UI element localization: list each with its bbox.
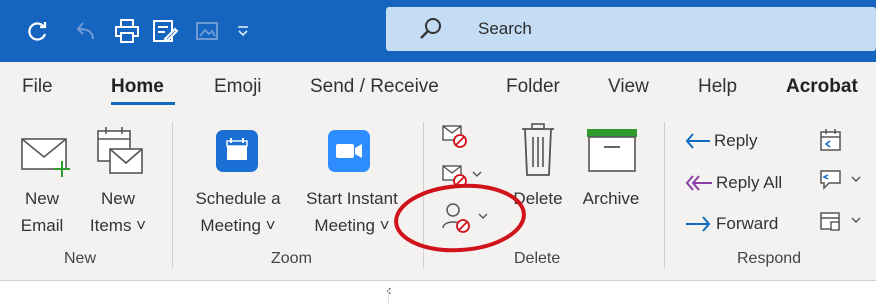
new-items-icon[interactable]: [94, 125, 146, 181]
schedule-meeting-label-line2: Meeting ˅: [200, 216, 276, 235]
new-email-button[interactable]: New Email: [16, 185, 68, 239]
meeting-reply-icon[interactable]: [818, 127, 844, 153]
tab-send-receive[interactable]: Send / Receive: [310, 76, 439, 98]
image-icon[interactable]: [192, 16, 222, 46]
reply-button[interactable]: Reply: [714, 127, 757, 154]
reply-all-button[interactable]: Reply All: [716, 169, 782, 196]
collapse-pane-icon[interactable]: ‹: [380, 282, 398, 300]
archive-icon[interactable]: [585, 127, 639, 173]
tab-acrobat[interactable]: Acrobat: [786, 76, 858, 98]
schedule-meeting-icon[interactable]: [216, 130, 258, 172]
im-reply-icon[interactable]: [818, 167, 866, 193]
tab-folder[interactable]: Folder: [506, 76, 560, 98]
new-items-button[interactable]: New Items ˅: [82, 185, 154, 239]
schedule-meeting-label-line1: Schedule a: [195, 189, 281, 208]
ignore-icon[interactable]: [441, 122, 469, 150]
delete-icon[interactable]: [520, 123, 556, 177]
new-email-label-line1: New: [24, 189, 59, 208]
group-divider: [664, 122, 665, 268]
new-email-label-line2: Email: [20, 216, 64, 235]
search-icon: [420, 18, 441, 39]
reply-all-icon: [685, 175, 712, 191]
undo-icon[interactable]: [72, 16, 102, 46]
group-divider: [172, 122, 173, 268]
tab-help[interactable]: Help: [698, 76, 737, 98]
reply-icon: [685, 133, 710, 149]
group-label-new: New: [64, 250, 97, 267]
archive-button[interactable]: Archive: [576, 185, 646, 212]
print-icon[interactable]: [112, 16, 142, 46]
search-placeholder: Search: [478, 19, 532, 38]
active-tab-indicator: [111, 102, 175, 105]
forward-icon: [686, 216, 711, 232]
sync-icon[interactable]: [22, 16, 52, 46]
search-box[interactable]: Search: [386, 7, 876, 51]
customize-toolbar-icon[interactable]: [228, 16, 258, 46]
tab-view[interactable]: View: [608, 76, 649, 98]
title-bar: Search: [0, 0, 876, 62]
forward-button[interactable]: Forward: [716, 210, 778, 237]
more-respond-icon[interactable]: [818, 208, 866, 234]
new-items-label-line1: New: [100, 189, 135, 208]
tab-home[interactable]: Home: [111, 76, 164, 98]
start-meeting-icon[interactable]: [328, 130, 370, 172]
schedule-meeting-button[interactable]: Schedule a Meeting ˅: [186, 185, 290, 239]
group-label-zoom: Zoom: [271, 250, 312, 267]
new-items-label-line2: Items ˅: [89, 216, 147, 235]
new-email-icon[interactable]: [20, 133, 78, 179]
tab-emoji[interactable]: Emoji: [214, 76, 262, 98]
edit-icon[interactable]: [150, 16, 180, 46]
group-label-respond: Respond: [737, 250, 802, 267]
annotation-circle: [394, 183, 526, 253]
pane-divider: [388, 288, 389, 304]
tab-file[interactable]: File: [22, 76, 53, 98]
